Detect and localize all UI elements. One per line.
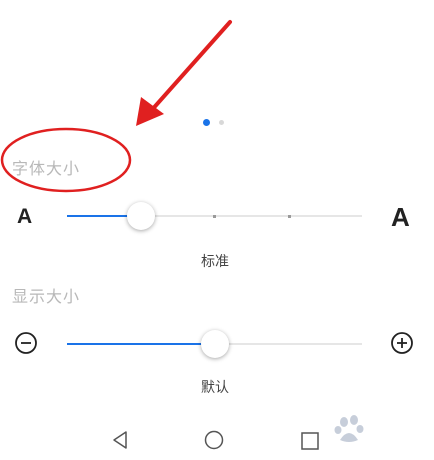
watermark-logo	[334, 415, 364, 442]
display-size-title: 显示大小	[12, 287, 81, 306]
font-size-value: 标准	[201, 254, 229, 270]
display-size-slider-fill	[67, 343, 215, 345]
font-size-slider-tick	[213, 215, 216, 218]
square-recent-icon[interactable]	[300, 431, 320, 451]
circle-home-icon[interactable]	[204, 430, 224, 450]
font-large-glyph: A	[391, 202, 410, 232]
font-size-slider-tick	[288, 215, 291, 218]
pager-dot-active[interactable]	[203, 119, 210, 126]
triangle-back-icon[interactable]	[110, 430, 130, 450]
display-size-slider-thumb[interactable]	[201, 330, 229, 358]
font-size-slider-thumb[interactable]	[127, 202, 155, 230]
minus-circle-icon[interactable]	[15, 332, 37, 354]
plus-circle-icon[interactable]	[391, 332, 413, 354]
font-small-glyph: A	[17, 205, 33, 228]
red-arrow	[136, 20, 232, 126]
baidu-watermark	[330, 410, 426, 452]
pager-dot[interactable]	[219, 120, 224, 125]
display-size-value: 默认	[201, 380, 229, 396]
font-size-title: 字体大小	[12, 159, 81, 178]
